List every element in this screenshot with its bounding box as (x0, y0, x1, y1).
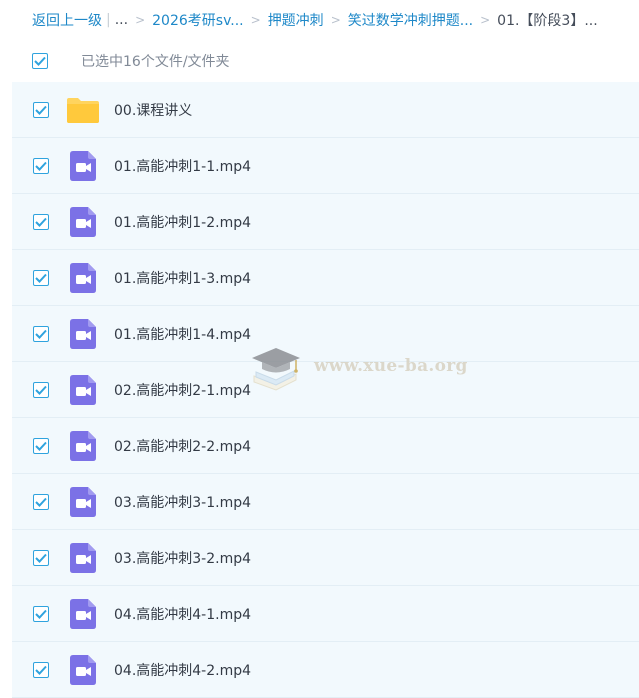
breadcrumb: 返回上一级 | ... > 2026考研sv... > 押题冲刺 > 笑过数学冲… (0, 0, 639, 40)
breadcrumb-separator: > (135, 13, 146, 27)
file-name[interactable]: 01.高能冲刺1-2.mp4 (114, 212, 251, 232)
row-checkbox[interactable] (33, 381, 49, 398)
file-row[interactable]: 04.高能冲刺4-1.mp4 (12, 586, 639, 642)
checkmark-icon (34, 56, 46, 66)
selection-count: 已选中16个文件/文件夹 (81, 54, 230, 70)
checkmark-icon (35, 385, 47, 395)
file-name[interactable]: 02.高能冲刺2-1.mp4 (114, 380, 251, 400)
checkmark-icon (35, 553, 47, 563)
folder-icon (66, 93, 100, 127)
breadcrumb-collapsed[interactable]: ... (115, 12, 128, 28)
row-checkbox[interactable] (33, 101, 49, 118)
file-row[interactable]: 01.高能冲刺1-2.mp4 (12, 194, 639, 250)
graduation-cap-icon (252, 348, 300, 391)
file-row[interactable]: 03.高能冲刺3-1.mp4 (12, 474, 639, 530)
checkmark-icon (35, 665, 47, 675)
breadcrumb-item[interactable]: 2026考研sv... (152, 10, 243, 30)
video-file-icon (66, 317, 100, 351)
select-all-checkbox[interactable] (32, 53, 48, 69)
checkmark-icon (35, 273, 47, 283)
checkmark-icon (35, 441, 47, 451)
row-checkbox[interactable] (33, 549, 49, 566)
video-file-icon (66, 261, 100, 295)
row-checkbox[interactable] (33, 157, 49, 174)
video-file-icon (66, 205, 100, 239)
row-checkbox[interactable] (33, 661, 49, 678)
file-name[interactable]: 01.高能冲刺1-3.mp4 (114, 268, 251, 288)
checkmark-icon (35, 609, 47, 619)
video-file-icon (66, 541, 100, 575)
breadcrumb-current: 01.【阶段3】... (497, 13, 598, 29)
file-name[interactable]: 02.高能冲刺2-2.mp4 (114, 436, 251, 456)
file-name[interactable]: 01.高能冲刺1-4.mp4 (114, 324, 251, 344)
file-name[interactable]: 03.高能冲刺3-2.mp4 (114, 548, 251, 568)
breadcrumb-divider: | (106, 12, 111, 28)
file-row[interactable]: 02.高能冲刺2-2.mp4 (12, 418, 639, 474)
watermark: www.xue-ba.org (246, 336, 468, 396)
checkmark-icon (35, 329, 47, 339)
breadcrumb-separator: > (480, 13, 491, 27)
breadcrumb-separator: > (250, 13, 261, 27)
row-checkbox[interactable] (33, 325, 49, 342)
file-name[interactable]: 04.高能冲刺4-1.mp4 (114, 604, 251, 624)
back-link[interactable]: 返回上一级 (32, 10, 102, 30)
video-file-icon (66, 653, 100, 687)
file-row[interactable]: 00.课程讲义 (12, 82, 639, 138)
row-checkbox[interactable] (33, 493, 49, 510)
row-checkbox[interactable] (33, 213, 49, 230)
breadcrumb-item[interactable]: 笑过数学冲刺押题... (348, 10, 473, 30)
selection-bar: 已选中16个文件/文件夹 (0, 40, 639, 82)
video-file-icon (66, 149, 100, 183)
row-checkbox[interactable] (33, 269, 49, 286)
watermark-text: www.xue-ba.org (314, 356, 468, 376)
video-file-icon (66, 485, 100, 519)
file-row[interactable]: 01.高能冲刺1-3.mp4 (12, 250, 639, 306)
breadcrumb-separator: > (330, 13, 341, 27)
video-file-icon (66, 597, 100, 631)
row-checkbox[interactable] (33, 437, 49, 454)
breadcrumb-item[interactable]: 押题冲刺 (268, 10, 324, 30)
file-name[interactable]: 04.高能冲刺4-2.mp4 (114, 660, 251, 680)
file-name[interactable]: 03.高能冲刺3-1.mp4 (114, 492, 251, 512)
checkmark-icon (35, 105, 47, 115)
row-checkbox[interactable] (33, 605, 49, 622)
file-name[interactable]: 00.课程讲义 (114, 100, 192, 120)
file-row[interactable]: 03.高能冲刺3-2.mp4 (12, 530, 639, 586)
video-file-icon (66, 373, 100, 407)
file-row[interactable]: 01.高能冲刺1-1.mp4 (12, 138, 639, 194)
checkmark-icon (35, 217, 47, 227)
checkmark-icon (35, 497, 47, 507)
file-name[interactable]: 01.高能冲刺1-1.mp4 (114, 156, 251, 176)
checkmark-icon (35, 161, 47, 171)
video-file-icon (66, 429, 100, 463)
